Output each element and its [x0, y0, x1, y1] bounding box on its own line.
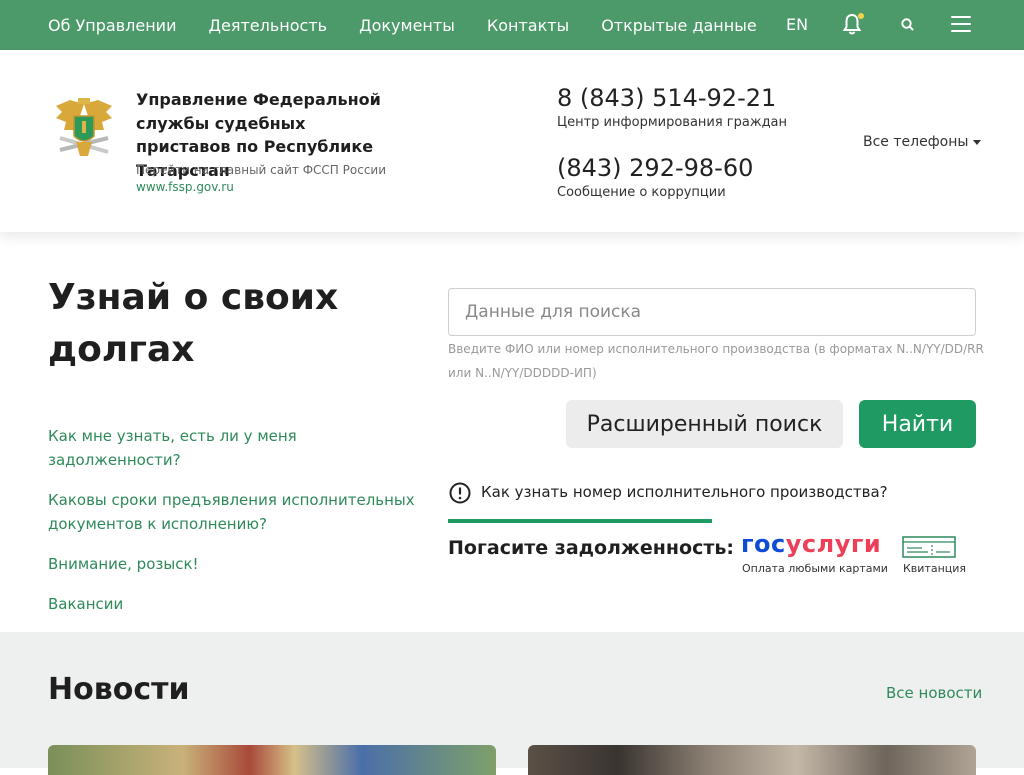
receipt-icon-shape: [902, 536, 956, 558]
pay-title: Погасите задолженность:: [448, 537, 734, 559]
news-title: Новости: [48, 672, 190, 707]
menu-line: [951, 23, 971, 25]
main-site-link[interactable]: www.fssp.gov.ru: [136, 180, 234, 194]
menu-line: [951, 30, 971, 32]
notification-dot: [858, 13, 864, 19]
nav-about[interactable]: Об Управлении: [48, 16, 176, 35]
caret-down-icon: [973, 139, 982, 145]
search-placeholder: Данные для поиска: [465, 302, 642, 322]
phone-corruption[interactable]: (843) 292-98-60: [557, 154, 753, 182]
hero-title: Узнай о своих долгах: [48, 277, 339, 370]
emblem-logo[interactable]: [52, 94, 116, 164]
link-vacancies[interactable]: Вакансии: [48, 592, 418, 616]
receipt-icon[interactable]: [902, 536, 956, 558]
site-header: Управление Федеральной службы судебных п…: [0, 50, 1024, 232]
gosuslugi-caption: Оплата любыми картами: [742, 562, 888, 575]
phone-corruption-caption: Сообщение о коррупции: [557, 185, 726, 200]
all-news-link[interactable]: Все новости: [886, 684, 982, 702]
all-phones-dropdown[interactable]: Все телефоны: [863, 134, 982, 150]
find-button[interactable]: Найти: [859, 400, 976, 448]
link-wanted[interactable]: Внимание, розыск!: [48, 552, 418, 576]
search-input[interactable]: Данные для поиска: [448, 288, 976, 336]
phone-info-center-caption: Центр информирования граждан: [557, 115, 788, 130]
news-section: Новости Все новости: [0, 632, 1024, 775]
search-icon[interactable]: [900, 17, 916, 33]
pay-divider: [448, 519, 712, 523]
gosuslugi-logo-part2: услуги: [785, 530, 882, 558]
news-card-image[interactable]: [48, 745, 496, 775]
link-check-debts[interactable]: Как мне узнать, есть ли у меня задолженн…: [48, 424, 418, 472]
main-site-caption: Перейти на главный сайт ФССП России: [136, 163, 387, 177]
link-document-deadlines[interactable]: Каковы сроки предъявления исполнительных…: [48, 488, 418, 536]
phone-info-center[interactable]: 8 (843) 514-92-21: [557, 84, 776, 112]
nav-activity[interactable]: Деятельность: [208, 16, 327, 35]
eagle-emblem-icon: [56, 98, 112, 156]
quick-links: Как мне узнать, есть ли у меня задолженн…: [48, 424, 418, 632]
bell-icon[interactable]: [842, 13, 864, 37]
advanced-search-button[interactable]: Расширенный поиск: [566, 400, 843, 448]
gosuslugi-logo[interactable]: госуслуги: [741, 530, 881, 558]
exclamation-icon-shape: [449, 482, 471, 504]
language-switch[interactable]: EN: [786, 15, 808, 34]
exclamation-icon: [449, 482, 471, 504]
nav-documents[interactable]: Документы: [359, 16, 455, 35]
menu-icon[interactable]: [951, 16, 971, 34]
how-to-find-number-link[interactable]: Как узнать номер исполнительного произво…: [481, 483, 888, 501]
nav-open-data[interactable]: Открытые данные: [601, 16, 757, 35]
top-navigation-bar: Об Управлении Деятельность Документы Кон…: [0, 0, 1024, 50]
receipt-caption: Квитанция: [903, 562, 967, 575]
search-hint: Введите ФИО или номер исполнительного пр…: [448, 342, 984, 380]
nav-contacts[interactable]: Контакты: [487, 16, 569, 35]
search-icon-shape: [901, 18, 914, 31]
news-card-image[interactable]: [528, 745, 976, 775]
main-nav: Об Управлении Деятельность Документы Кон…: [48, 0, 757, 50]
all-phones-label: Все телефоны: [863, 134, 969, 150]
gosuslugi-logo-part1: гос: [741, 530, 786, 558]
menu-line: [951, 16, 971, 18]
